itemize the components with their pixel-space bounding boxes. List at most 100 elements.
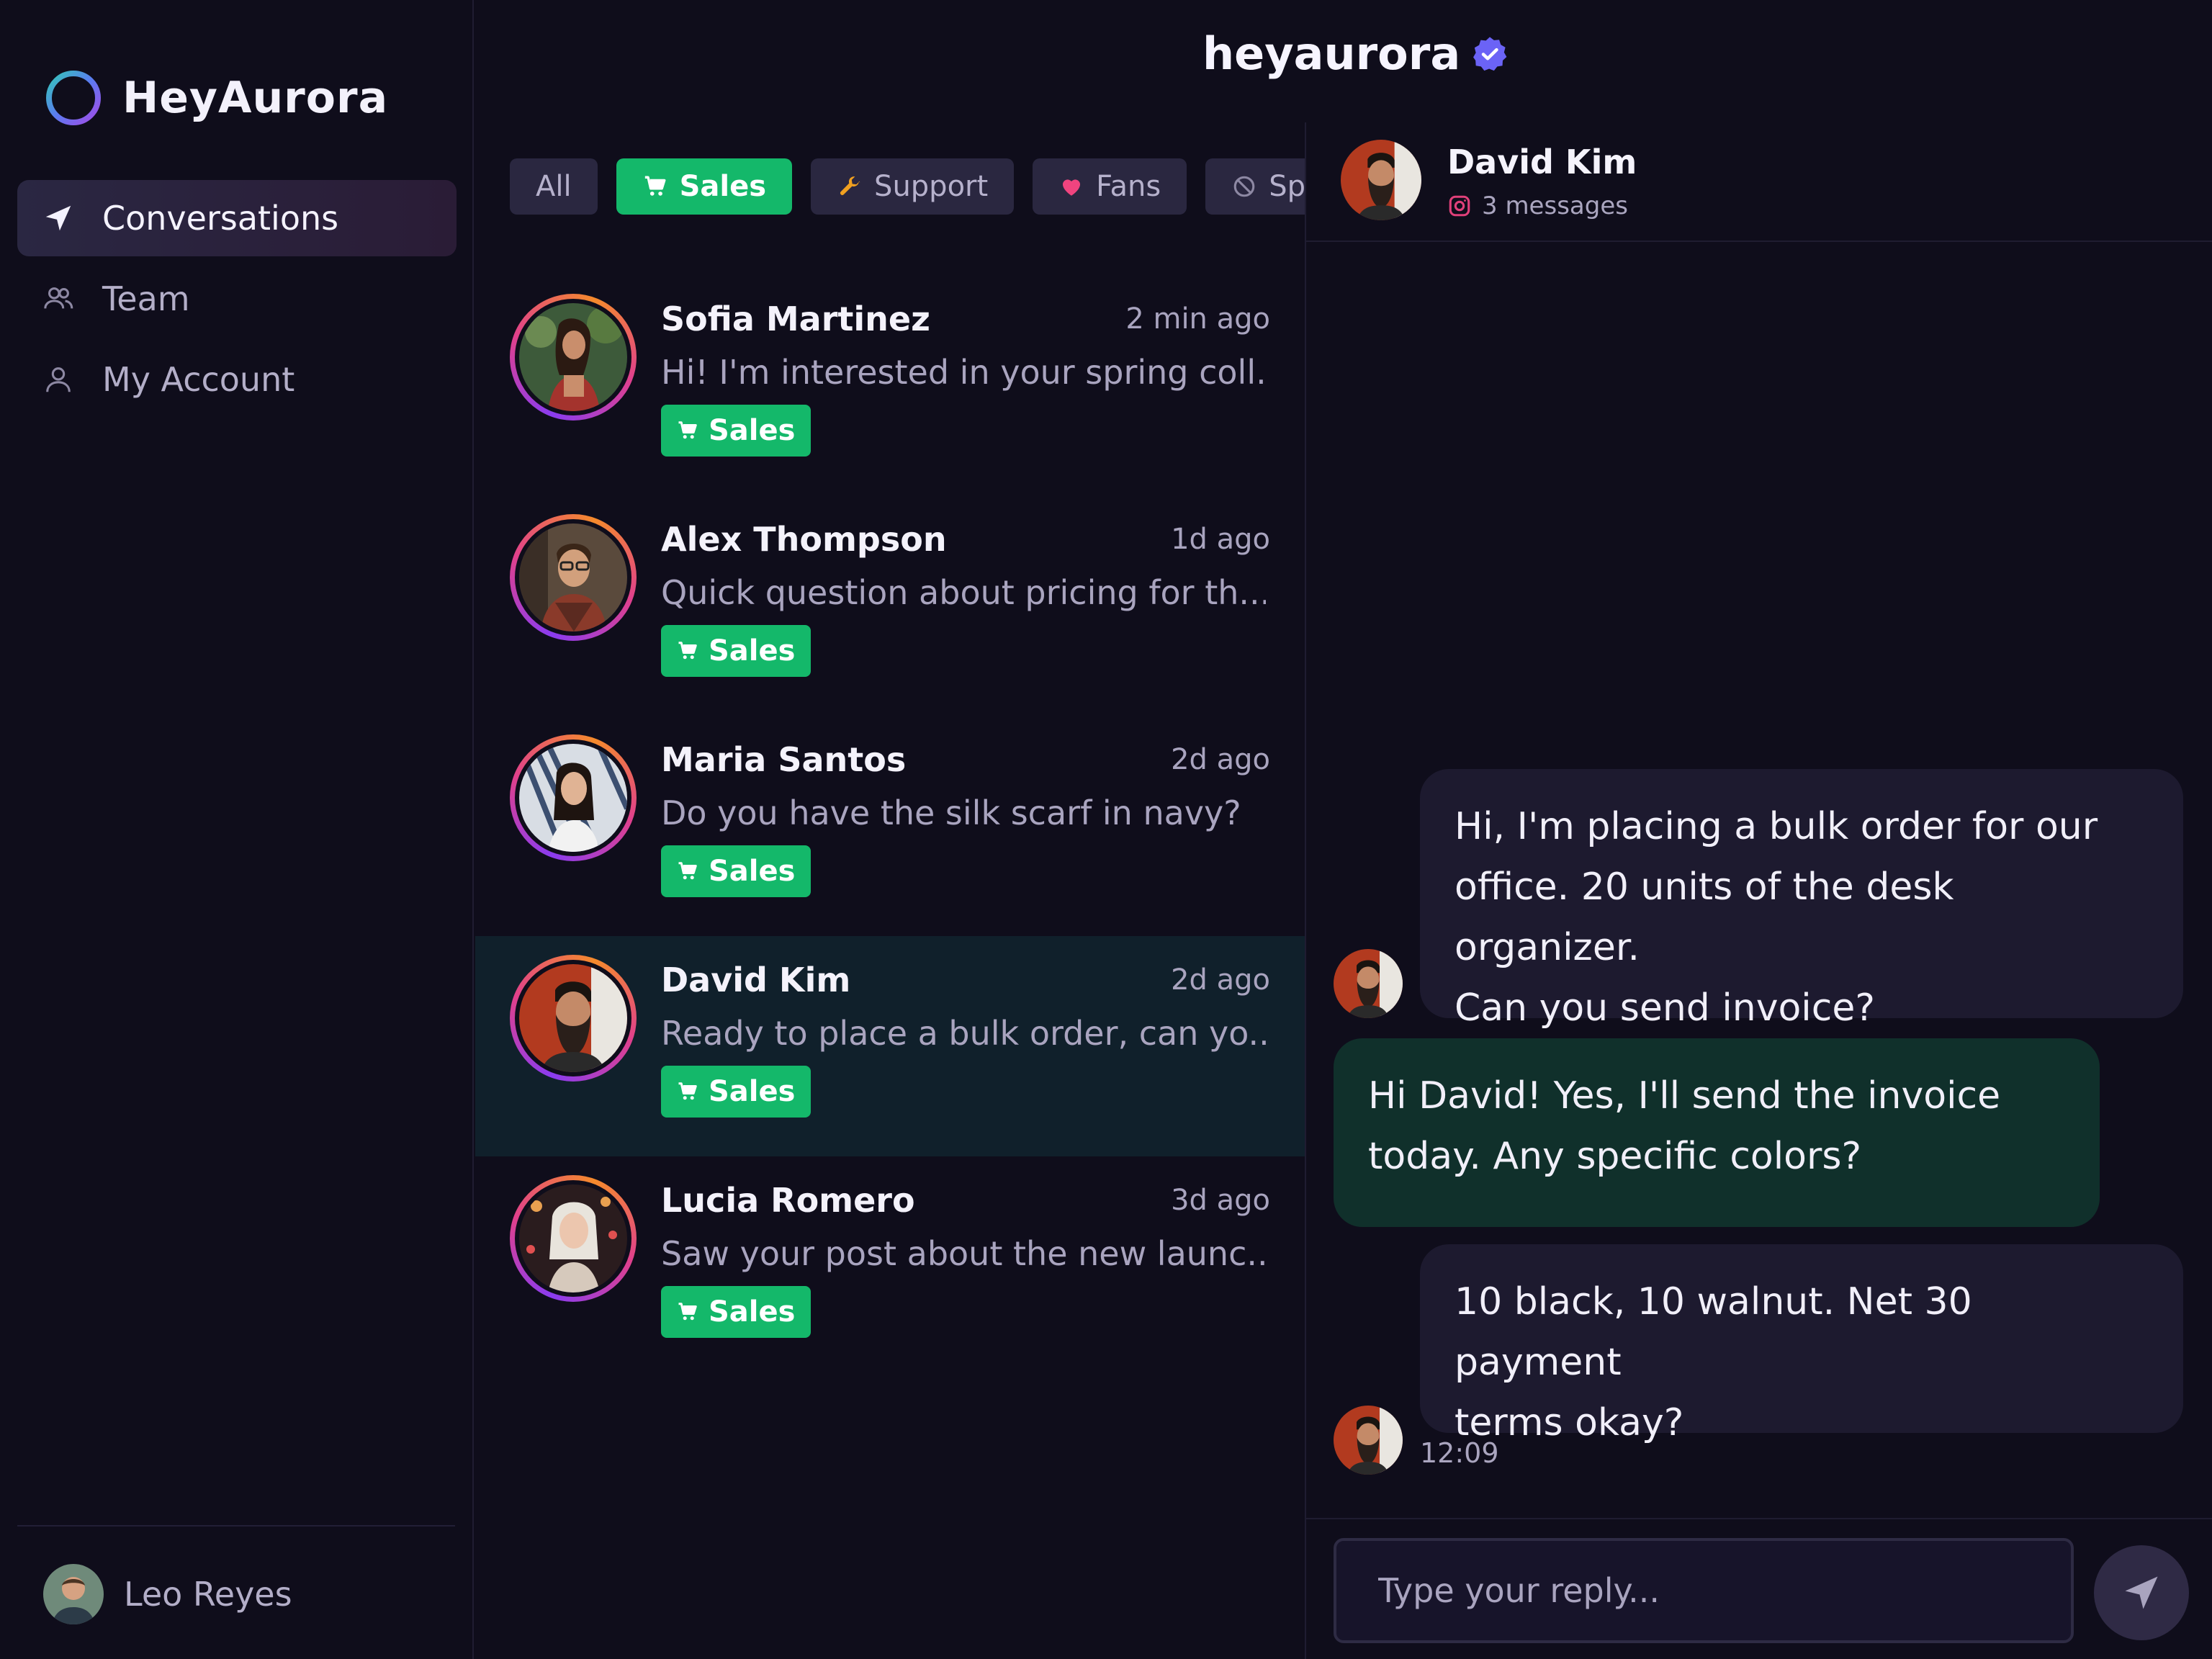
message-preview: Saw your post about the new launc... — [661, 1234, 1266, 1273]
cart-icon — [642, 174, 668, 199]
conversation-list-panel: All Sales Support Fans Spa — [475, 122, 1305, 1659]
filter-chip-fans[interactable]: Fans — [1033, 158, 1187, 215]
message-count: 3 messages — [1482, 192, 1628, 220]
avatar — [43, 1564, 104, 1624]
conversation-item[interactable]: Alex Thompson 1d ago Quick question abou… — [475, 495, 1305, 716]
nav-item-conversations[interactable]: Conversations — [17, 180, 457, 256]
timestamp: 2 min ago — [1125, 302, 1270, 336]
brand-name: HeyAurora — [122, 73, 389, 123]
tag-badge-sales[interactable]: Sales — [661, 1286, 811, 1338]
filter-chip-sales[interactable]: Sales — [616, 158, 793, 215]
chat-contact-name: David Kim — [1447, 143, 1637, 181]
sidebar-divider — [17, 1525, 455, 1527]
cart-icon — [678, 862, 697, 880]
message-text: office. 20 units of the desk organizer. — [1455, 866, 1954, 969]
chat-panel: David Kim 3 messages Hi, I'm placing a b… — [1305, 122, 2212, 1659]
contact-name: Alex Thompson — [661, 520, 947, 559]
filter-chip-all[interactable]: All — [510, 158, 598, 215]
send-icon — [2125, 1576, 2158, 1609]
filter-bar: All Sales Support Fans Spa — [510, 158, 1305, 215]
cart-icon — [678, 1303, 697, 1321]
message-bubble-outgoing[interactable]: Hi David! Yes, I'll send the invoice tod… — [1334, 1038, 2100, 1227]
avatar — [510, 514, 637, 641]
conversation-item[interactable]: Maria Santos 2d ago Do you have the silk… — [475, 716, 1305, 936]
nav-item-label: Conversations — [102, 199, 339, 238]
message-text: Hi, I'm placing a bulk order for our — [1455, 805, 2098, 848]
message-preview: Do you have the silk scarf in navy? — [661, 793, 1241, 832]
cart-icon — [678, 642, 697, 660]
tag-label: Sales — [709, 855, 796, 888]
contact-name: Maria Santos — [661, 740, 907, 779]
nav-item-label: Team — [102, 279, 190, 318]
avatar — [510, 1175, 637, 1302]
conversation-item-selected[interactable]: David Kim 2d ago Ready to place a bulk o… — [475, 936, 1305, 1156]
avatar — [510, 294, 637, 421]
message-bubble-incoming[interactable]: 10 black, 10 walnut. Net 30 payment term… — [1420, 1244, 2183, 1444]
message-text: Can you send invoice? — [1455, 986, 1875, 1030]
message-text: today. Any specific colors? — [1368, 1135, 1862, 1178]
filter-label: Spa — [1269, 170, 1305, 203]
avatar — [1334, 1406, 1403, 1475]
tag-badge-sales[interactable]: Sales — [661, 405, 811, 457]
spam-icon — [1231, 174, 1257, 199]
reply-input[interactable] — [1334, 1538, 2074, 1643]
user-icon — [40, 361, 76, 397]
brand[interactable]: HeyAurora — [42, 66, 388, 130]
current-user[interactable]: Leo Reyes — [43, 1564, 292, 1624]
filter-chip-spam[interactable]: Spa — [1205, 158, 1305, 215]
message-text: Hi David! Yes, I'll send the invoice — [1368, 1074, 2001, 1118]
message-bubble-incoming[interactable]: Hi, I'm placing a bulk order for our off… — [1420, 769, 2183, 1030]
avatar[interactable] — [1341, 140, 1421, 220]
filter-chip-support[interactable]: Support — [811, 158, 1015, 215]
message-timestamp: 12:09 — [1420, 1437, 1499, 1469]
composer-divider — [1306, 1518, 2212, 1519]
aurora-logo-icon — [46, 71, 101, 125]
wrench-icon — [837, 174, 863, 199]
contact-name: David Kim — [661, 961, 851, 999]
tag-badge-sales[interactable]: Sales — [661, 1066, 811, 1118]
team-icon — [40, 281, 76, 317]
filter-label: Fans — [1096, 170, 1161, 203]
chat-meta: 3 messages — [1447, 192, 1628, 220]
timestamp: 1d ago — [1171, 523, 1270, 556]
tag-label: Sales — [709, 414, 796, 447]
tag-badge-sales[interactable]: Sales — [661, 845, 811, 897]
avatar — [510, 955, 637, 1082]
contact-name: Lucia Romero — [661, 1181, 915, 1220]
message-text: terms okay? — [1455, 1401, 1684, 1444]
tag-label: Sales — [709, 634, 796, 667]
conversation-item[interactable]: Lucia Romero 3d ago Saw your post about … — [475, 1156, 1305, 1377]
account-title: heyaurora — [1202, 27, 1509, 80]
message-preview: Quick question about pricing for th... — [661, 573, 1266, 612]
contact-name: Sofia Martinez — [661, 300, 930, 338]
user-name: Leo Reyes — [124, 1575, 292, 1614]
conversation-list: Sofia Martinez 2 min ago Hi! I'm interes… — [475, 275, 1305, 1377]
main-nav: Conversations Team My Account — [17, 180, 457, 422]
nav-item-label: My Account — [102, 360, 295, 399]
filter-label: Support — [874, 170, 989, 203]
heart-icon — [1058, 174, 1084, 199]
tag-badge-sales[interactable]: Sales — [661, 625, 811, 677]
timestamp: 2d ago — [1171, 743, 1270, 776]
timestamp: 3d ago — [1171, 1184, 1270, 1217]
cart-icon — [678, 421, 697, 439]
top-header: heyaurora — [475, 0, 2212, 122]
avatar — [510, 734, 637, 861]
cart-icon — [678, 1082, 697, 1100]
conversation-item[interactable]: Sofia Martinez 2 min ago Hi! I'm interes… — [475, 275, 1305, 495]
verified-badge-icon — [1473, 36, 1507, 71]
account-name: heyaurora — [1202, 27, 1461, 80]
message-preview: Hi! I'm interested in your spring coll..… — [661, 353, 1266, 392]
message-text: 10 black, 10 walnut. Net 30 payment — [1455, 1280, 1972, 1384]
sidebar: HeyAurora Conversations Team My Account … — [0, 0, 474, 1659]
nav-item-my-account[interactable]: My Account — [17, 341, 457, 418]
send-button[interactable] — [2094, 1545, 2189, 1640]
instagram-icon — [1449, 195, 1470, 217]
timestamp: 2d ago — [1171, 963, 1270, 997]
filter-label: Sales — [679, 170, 767, 203]
tag-label: Sales — [709, 1295, 796, 1328]
send-icon — [40, 200, 76, 236]
avatar — [1334, 949, 1403, 1018]
nav-item-team[interactable]: Team — [17, 261, 457, 337]
tag-label: Sales — [709, 1075, 796, 1108]
